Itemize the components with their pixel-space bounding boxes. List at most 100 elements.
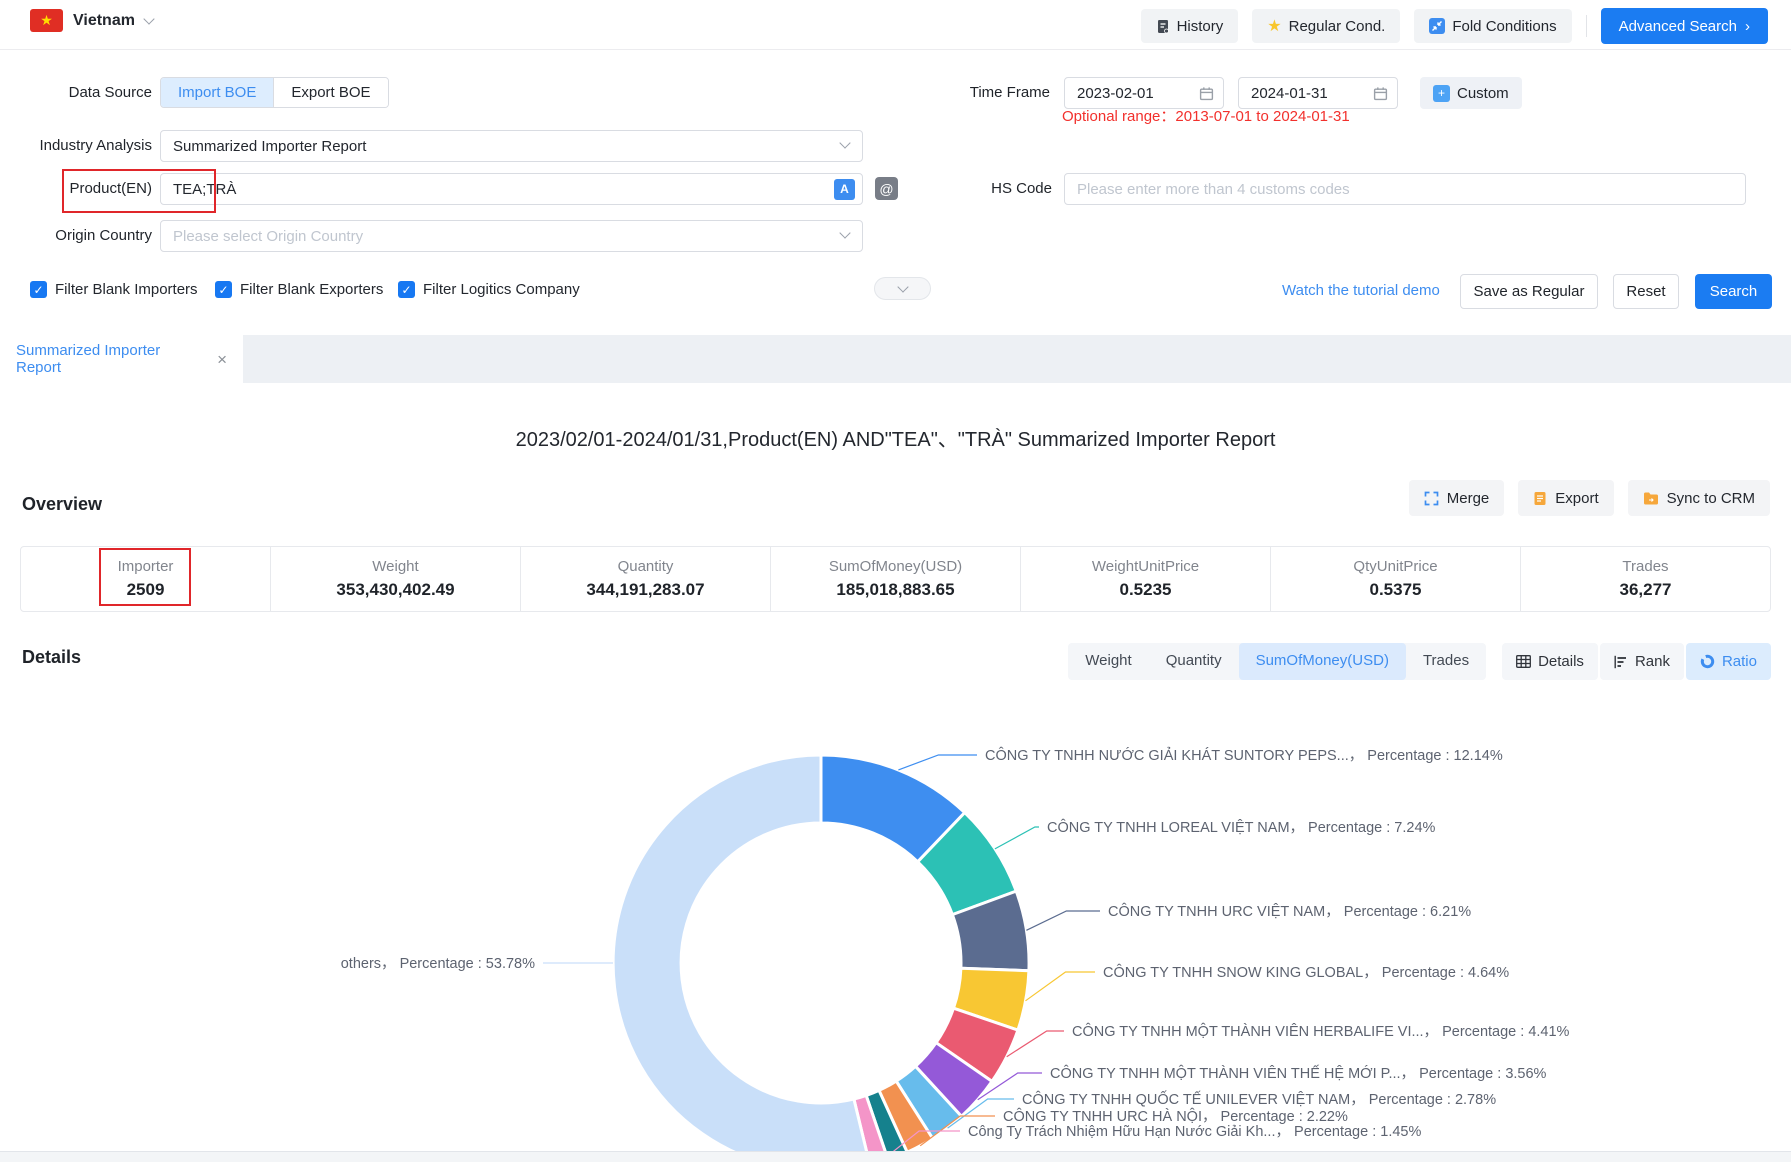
stat-trades: Trades 36,277: [1520, 547, 1770, 611]
import-boe-tab[interactable]: Import BOE: [161, 78, 273, 107]
export-button[interactable]: Export: [1518, 480, 1613, 516]
stat-value: 185,018,883.65: [836, 580, 954, 600]
view-tab-ratio[interactable]: Ratio: [1686, 643, 1771, 680]
chevron-down-icon: [897, 281, 908, 292]
custom-range-button[interactable]: + Custom: [1420, 77, 1522, 109]
topbar-actions: History ★ Regular Cond. Fold Conditions …: [1141, 8, 1768, 44]
export-file-icon: [1533, 491, 1547, 506]
origin-country-select[interactable]: [160, 220, 863, 252]
calendar-icon[interactable]: [1373, 86, 1388, 101]
details-controls: Weight Quantity SumOfMoney(USD) Trades D…: [1068, 643, 1771, 680]
fold-conditions-button[interactable]: Fold Conditions: [1414, 9, 1571, 43]
pie-leader-line: [898, 755, 977, 770]
metric-tab-weight[interactable]: Weight: [1068, 643, 1148, 680]
stat-value: 344,191,283.07: [586, 580, 704, 600]
checkbox-checked-icon: ✓: [215, 281, 232, 298]
view-rank-label: Rank: [1635, 653, 1670, 670]
filter-blank-exporters-label: Filter Blank Exporters: [240, 281, 383, 298]
stat-label: WeightUnitPrice: [1092, 558, 1199, 575]
stat-value: 0.5375: [1370, 580, 1422, 600]
industry-analysis-select[interactable]: [160, 130, 863, 162]
stat-importer: Importer 2509: [21, 547, 270, 611]
sync-folder-icon: [1643, 491, 1659, 505]
stat-label: SumOfMoney(USD): [829, 558, 962, 575]
translate-icon[interactable]: A: [834, 179, 855, 200]
metric-tab-sumofmoney[interactable]: SumOfMoney(USD): [1239, 643, 1406, 680]
date-to-input[interactable]: [1239, 85, 1373, 102]
stat-label: Trades: [1622, 558, 1668, 575]
overview-actions: Merge Export Sync to CRM: [1409, 480, 1770, 516]
filter-logitics-company-checkbox[interactable]: ✓ Filter Logitics Company: [398, 281, 580, 298]
tab-summarized-importer-report[interactable]: Summarized Importer Report ×: [0, 335, 243, 383]
pie-label: CÔNG TY TNHH MỘT THÀNH VIÊN HERBALIFE VI…: [1072, 1023, 1570, 1040]
report-title: 2023/02/01-2024/01/31,Product(EN) AND"TE…: [0, 423, 1791, 452]
donut-icon: [1700, 654, 1715, 669]
view-tab-rank[interactable]: Rank: [1600, 643, 1684, 680]
hs-code-input[interactable]: [1065, 181, 1745, 198]
hs-code-label: HS Code: [900, 173, 1052, 205]
history-icon: [1156, 19, 1170, 34]
stat-value: 36,277: [1620, 580, 1672, 600]
arrow-right-icon: ›: [1745, 18, 1750, 35]
pie-label: CÔNG TY TNHH NƯỚC GIẢI KHÁT SUNTORY PEPS…: [985, 747, 1503, 764]
hs-code-field: [1064, 173, 1746, 205]
filter-blank-importers-checkbox[interactable]: ✓ Filter Blank Importers: [30, 281, 198, 298]
search-button[interactable]: Search: [1695, 274, 1772, 309]
expand-conditions-button[interactable]: [874, 277, 931, 300]
bottom-section-edge: [0, 1151, 1791, 1162]
pie-label: others， Percentage : 53.78%: [341, 956, 535, 972]
filter-blank-importers-label: Filter Blank Importers: [55, 281, 198, 298]
merge-button[interactable]: Merge: [1409, 480, 1505, 516]
origin-country-label: Origin Country: [0, 220, 152, 252]
origin-country-input[interactable]: [161, 228, 862, 245]
pie-label: CÔNG TY TNHH URC HÀ NỘI， Percentage : 2.…: [1003, 1108, 1348, 1125]
advanced-search-label: Advanced Search: [1619, 18, 1737, 35]
product-en-field: A: [160, 173, 863, 205]
stat-value: 2509: [127, 580, 165, 600]
overview-stats: Importer 2509 Weight 353,430,402.49 Quan…: [20, 546, 1771, 612]
product-en-label: Product(EN): [0, 173, 152, 205]
stat-label: QtyUnitPrice: [1353, 558, 1437, 575]
metric-tab-trades[interactable]: Trades: [1406, 643, 1486, 680]
view-tab-details[interactable]: Details: [1502, 643, 1598, 680]
industry-analysis-value[interactable]: [161, 138, 862, 155]
pie-label: CÔNG TY TNHH LOREAL VIỆT NAM， Percentage…: [1047, 819, 1436, 836]
vietnam-flag-icon: ★: [30, 9, 63, 32]
pie-label: CÔNG TY TNHH SNOW KING GLOBAL， Percentag…: [1103, 964, 1509, 981]
regular-cond-button[interactable]: ★ Regular Cond.: [1252, 9, 1400, 43]
stat-weight: Weight 353,430,402.49: [270, 547, 520, 611]
stat-weightunitprice: WeightUnitPrice 0.5235: [1020, 547, 1270, 611]
custom-icon: +: [1433, 85, 1450, 102]
details-heading: Details: [22, 647, 81, 668]
match-mode-icon[interactable]: @: [875, 177, 898, 200]
close-icon[interactable]: ×: [217, 351, 227, 368]
view-toggle-group: Details Rank Ratio: [1502, 643, 1771, 680]
regular-cond-label: Regular Cond.: [1289, 18, 1386, 35]
stat-qtyunitprice: QtyUnitPrice 0.5375: [1270, 547, 1520, 611]
data-source-toggle: Import BOE Export BOE: [160, 77, 389, 108]
tutorial-link[interactable]: Watch the tutorial demo: [1282, 282, 1440, 299]
calendar-icon[interactable]: [1199, 86, 1214, 101]
top-bar: ★ Vietnam History ★ Regular Cond. Fold C…: [0, 0, 1791, 50]
product-en-input[interactable]: [161, 181, 834, 198]
date-from-input[interactable]: [1065, 85, 1199, 102]
reset-button[interactable]: Reset: [1613, 274, 1679, 309]
save-as-regular-button[interactable]: Save as Regular: [1460, 274, 1598, 309]
custom-label: Custom: [1457, 85, 1509, 102]
tab-title: Summarized Importer Report: [16, 342, 205, 376]
history-button[interactable]: History: [1141, 9, 1239, 43]
merge-icon: [1424, 491, 1439, 506]
date-to-field: [1238, 77, 1398, 109]
history-label: History: [1177, 18, 1224, 35]
sync-to-crm-button[interactable]: Sync to CRM: [1628, 480, 1770, 516]
filter-blank-exporters-checkbox[interactable]: ✓ Filter Blank Exporters: [215, 281, 383, 298]
data-source-label: Data Source: [0, 77, 152, 109]
metric-tab-quantity[interactable]: Quantity: [1149, 643, 1239, 680]
checkbox-checked-icon: ✓: [398, 281, 415, 298]
country-name: Vietnam: [73, 12, 135, 30]
sync-to-crm-label: Sync to CRM: [1667, 490, 1755, 507]
country-selector[interactable]: ★ Vietnam: [30, 9, 153, 32]
advanced-search-button[interactable]: Advanced Search ›: [1601, 8, 1768, 44]
overview-heading: Overview: [22, 494, 102, 515]
export-boe-tab[interactable]: Export BOE: [273, 78, 387, 107]
